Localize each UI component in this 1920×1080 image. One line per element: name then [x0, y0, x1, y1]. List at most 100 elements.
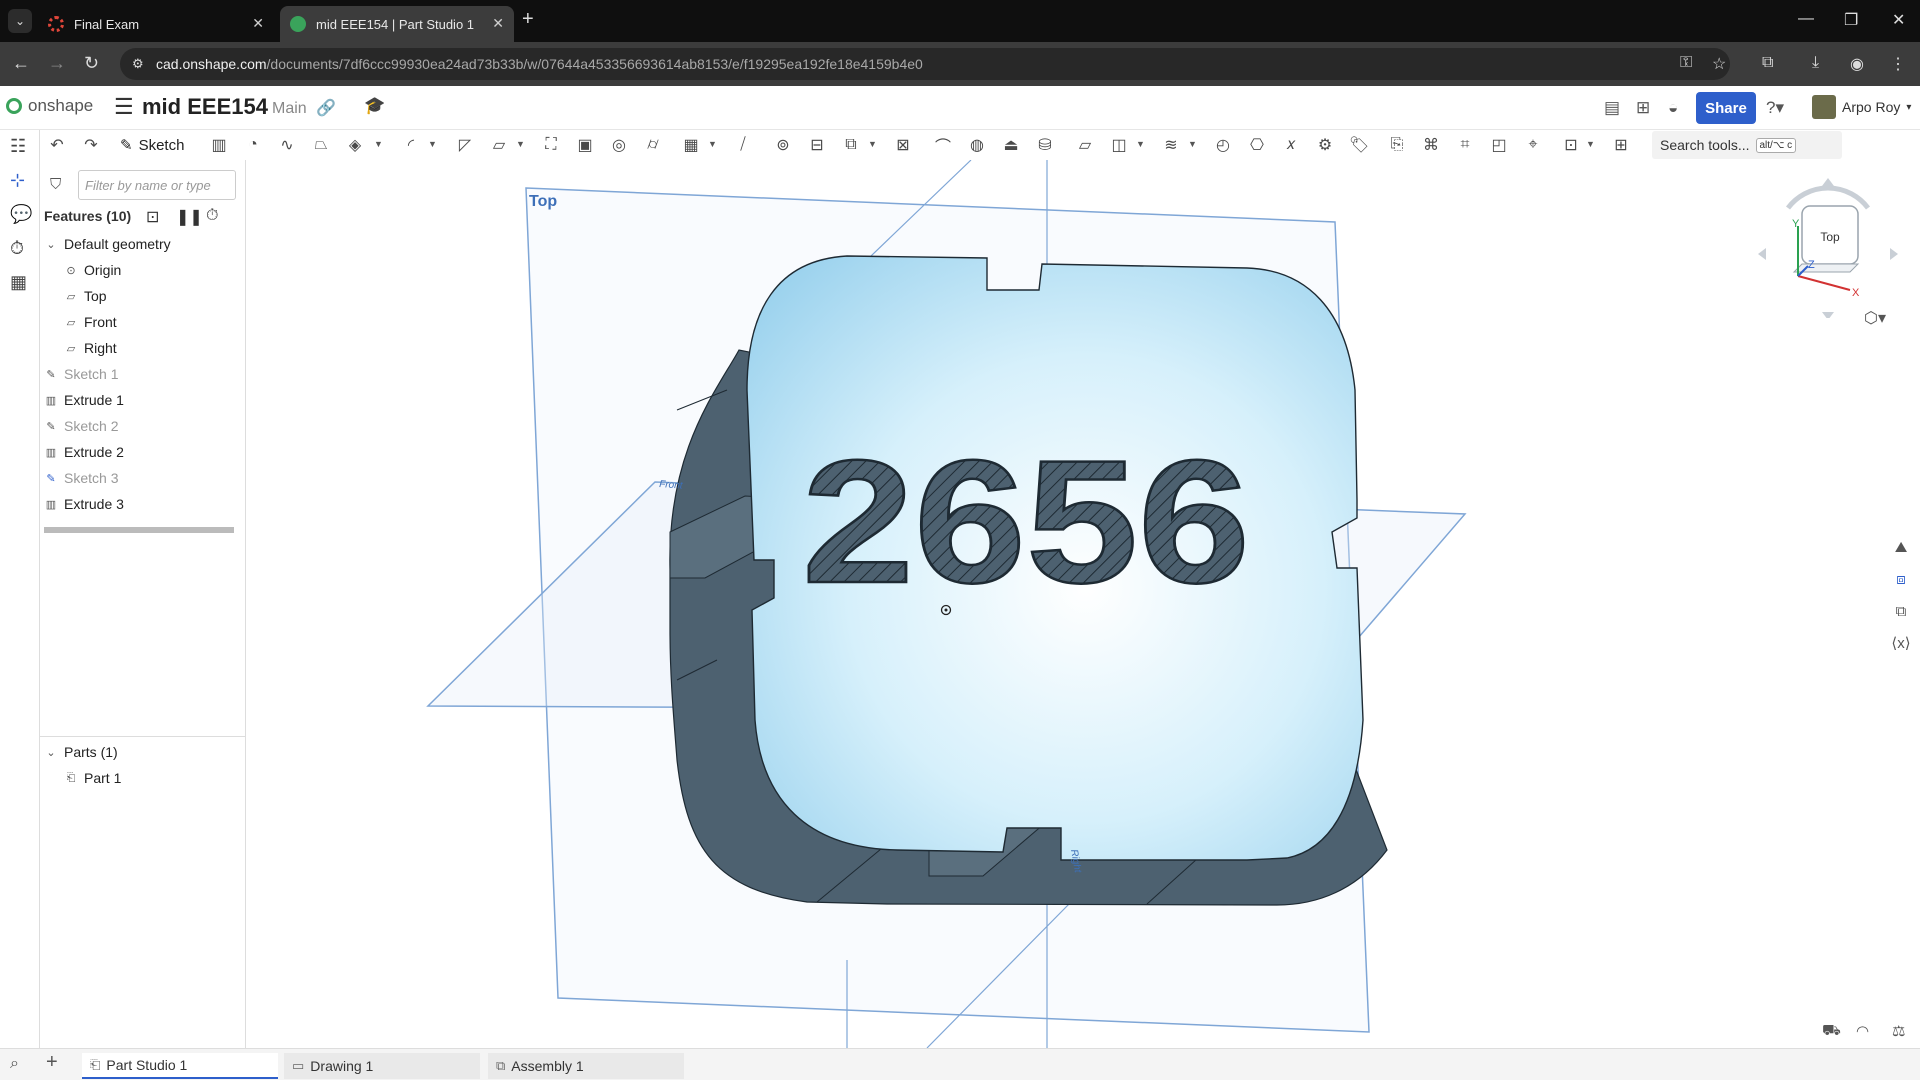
tab-part-studio-1[interactable]: ⎗ Part Studio 1: [82, 1053, 278, 1079]
education-cap-icon[interactable]: 🎓: [364, 96, 385, 116]
add-folder-icon[interactable]: ⊡: [146, 207, 159, 227]
user-menu[interactable]: Arpo Roy ▾: [1812, 95, 1911, 119]
tree-item-top-plane[interactable]: ▱ Top: [64, 288, 107, 304]
view-options-cube-icon[interactable]: ⬡▾: [1864, 308, 1886, 328]
corner-icon[interactable]: ◰: [1488, 134, 1510, 156]
browser-tab-onshape[interactable]: mid EEE154 | Part Studio 1 ✕: [280, 6, 514, 42]
add-tab-plus-icon[interactable]: +: [46, 1051, 58, 1074]
revolve-icon[interactable]: ◔: [242, 134, 264, 156]
link-icon[interactable]: 🔗: [316, 98, 336, 118]
tree-item-sketch-2[interactable]: ✎ Sketch 2: [44, 418, 118, 434]
feature-filter-input[interactable]: Filter by name or type: [78, 170, 236, 200]
sketch-button[interactable]: ✎ Sketch: [120, 133, 184, 157]
section-icon[interactable]: ⎔: [1246, 134, 1268, 156]
thicken-icon[interactable]: ◈: [344, 134, 366, 156]
comments-icon[interactable]: 💬: [10, 204, 32, 225]
tab-feature-icon[interactable]: ⌗: [1454, 134, 1476, 156]
branch-name[interactable]: Main: [272, 100, 307, 118]
undo-icon[interactable]: ↶: [46, 134, 68, 156]
restore-icon[interactable]: ❐: [1844, 10, 1858, 30]
fillet-icon[interactable]: ◜: [400, 134, 422, 156]
custom-view-icon[interactable]: ⟨x⟩: [1888, 630, 1914, 656]
insert-feature-icon[interactable]: ⊹: [10, 170, 25, 191]
app-store-icon[interactable]: ⊞: [1636, 98, 1650, 118]
filter-funnel-icon[interactable]: ⛉: [50, 176, 61, 193]
chamfer-icon[interactable]: ◸: [454, 134, 476, 156]
close-tab-icon[interactable]: ✕: [252, 15, 264, 32]
tab-assembly-1[interactable]: ⧉ Assembly 1: [488, 1053, 684, 1079]
tree-item-origin[interactable]: ⊙ Origin: [64, 262, 121, 278]
variables-icon[interactable]: ▦: [10, 272, 27, 293]
cylinder-icon[interactable]: ⌭: [642, 134, 664, 156]
custom-features-icon[interactable]: ⚙: [1314, 134, 1336, 156]
tree-item-extrude-3[interactable]: ▥ Extrude 3: [44, 496, 124, 512]
measure-icon[interactable]: ◴: [1212, 134, 1234, 156]
chevron-down-icon[interactable]: ▼: [708, 139, 717, 149]
close-window-icon[interactable]: ✕: [1892, 10, 1905, 30]
transform-icon[interactable]: ⧉: [840, 134, 862, 156]
feature-list-icon[interactable]: ☷: [10, 136, 26, 157]
browser-tab-final-exam[interactable]: Final Exam ✕: [38, 6, 274, 42]
sheet-metal-icon[interactable]: ⎘: [1386, 134, 1408, 156]
add-custom-feature-icon[interactable]: ⊞: [1610, 134, 1632, 156]
flange-icon[interactable]: ⌘: [1420, 134, 1442, 156]
close-tab-icon[interactable]: ✕: [492, 15, 504, 32]
tab-drawing-1[interactable]: ▭ Drawing 1: [284, 1053, 480, 1079]
document-name[interactable]: mid EEE154: [142, 94, 268, 120]
helix-icon[interactable]: ≋: [1160, 134, 1182, 156]
extensions-icon[interactable]: ⧉: [1762, 54, 1773, 72]
tag-icon[interactable]: 🏷: [1348, 134, 1370, 156]
rotate-arc-icon[interactable]: [1786, 185, 1870, 210]
rollback-bar[interactable]: [44, 527, 234, 533]
download-icon[interactable]: ⤓: [1812, 54, 1819, 72]
password-key-icon[interactable]: ⚿: [1680, 54, 1692, 72]
url-field[interactable]: ⚙ cad.onshape.com/documents/7df6ccc99930…: [120, 48, 1730, 80]
search-tools-input[interactable]: Search tools... alt/⌥ c: [1652, 131, 1842, 159]
extrude-icon[interactable]: ▥: [208, 134, 230, 156]
minimize-icon[interactable]: —: [1798, 10, 1814, 28]
browser-menu-icon[interactable]: ⋮: [1890, 54, 1906, 74]
mirror-icon[interactable]: ⧸: [732, 134, 754, 156]
share-button[interactable]: Share: [1696, 92, 1756, 124]
chevron-down-icon[interactable]: ▼: [1188, 139, 1197, 149]
chevron-down-icon[interactable]: ▼: [1136, 139, 1145, 149]
loft-icon[interactable]: ⏢: [310, 134, 332, 156]
section-view-icon[interactable]: ⧉: [1888, 598, 1914, 624]
redo-icon[interactable]: ↷: [80, 134, 102, 156]
main-menu-hamburger-icon[interactable]: ☰: [114, 94, 134, 120]
tree-item-extrude-1[interactable]: ▥ Extrude 1: [44, 392, 124, 408]
extruded-number-text[interactable]: 2656: [801, 424, 1252, 622]
site-info-icon[interactable]: ⚙: [132, 56, 144, 72]
bookmark-star-icon[interactable]: ☆: [1712, 54, 1726, 74]
tree-item-sketch-1[interactable]: ✎ Sketch 1: [44, 366, 118, 382]
search-tabs-icon[interactable]: ⌕: [10, 1055, 19, 1073]
boolean-icon[interactable]: ⊚: [772, 134, 794, 156]
draft-icon[interactable]: ⏥: [488, 134, 510, 156]
hole-icon[interactable]: ◎: [608, 134, 630, 156]
plane-icon[interactable]: ▱: [1074, 134, 1096, 156]
shell-icon[interactable]: ▣: [574, 134, 596, 156]
help-icon[interactable]: ?▾: [1766, 98, 1784, 118]
tree-item-extrude-2[interactable]: ▥ Extrude 2: [44, 444, 124, 460]
default-geometry-folder[interactable]: ⌄ Default geometry: [44, 236, 170, 252]
chevron-down-icon[interactable]: ▼: [428, 139, 437, 149]
rotate-left-arrow-icon[interactable]: [1758, 248, 1766, 260]
mate-connector-icon[interactable]: ◫: [1108, 134, 1130, 156]
forward-arrow-icon[interactable]: →: [48, 53, 66, 74]
chevron-down-icon[interactable]: ▼: [516, 139, 525, 149]
chevron-down-icon[interactable]: ▼: [868, 139, 877, 149]
graphics-viewport[interactable]: 2656 Top Front Right: [247, 159, 1920, 1049]
display-states-icon[interactable]: ⛟: [1822, 1022, 1841, 1041]
rotate-right-arrow-icon[interactable]: [1890, 248, 1898, 260]
tree-item-right-plane[interactable]: ▱ Right: [64, 340, 117, 356]
tab-search-chevron-icon[interactable]: ⌄: [8, 9, 32, 33]
document-list-icon[interactable]: ▤: [1604, 98, 1620, 118]
sweep-icon[interactable]: ∿: [276, 134, 298, 156]
new-tab-plus-icon[interactable]: +: [522, 8, 534, 31]
tree-item-front-plane[interactable]: ▱ Front: [64, 314, 117, 330]
chevron-down-icon[interactable]: ▼: [1586, 139, 1595, 149]
frame-icon[interactable]: ⊡: [1560, 134, 1582, 156]
learning-center-icon[interactable]: ◒: [1668, 98, 1678, 118]
profile-avatar-icon[interactable]: ◉: [1850, 54, 1864, 74]
appearance-panel-icon[interactable]: ⧈: [1888, 566, 1914, 592]
